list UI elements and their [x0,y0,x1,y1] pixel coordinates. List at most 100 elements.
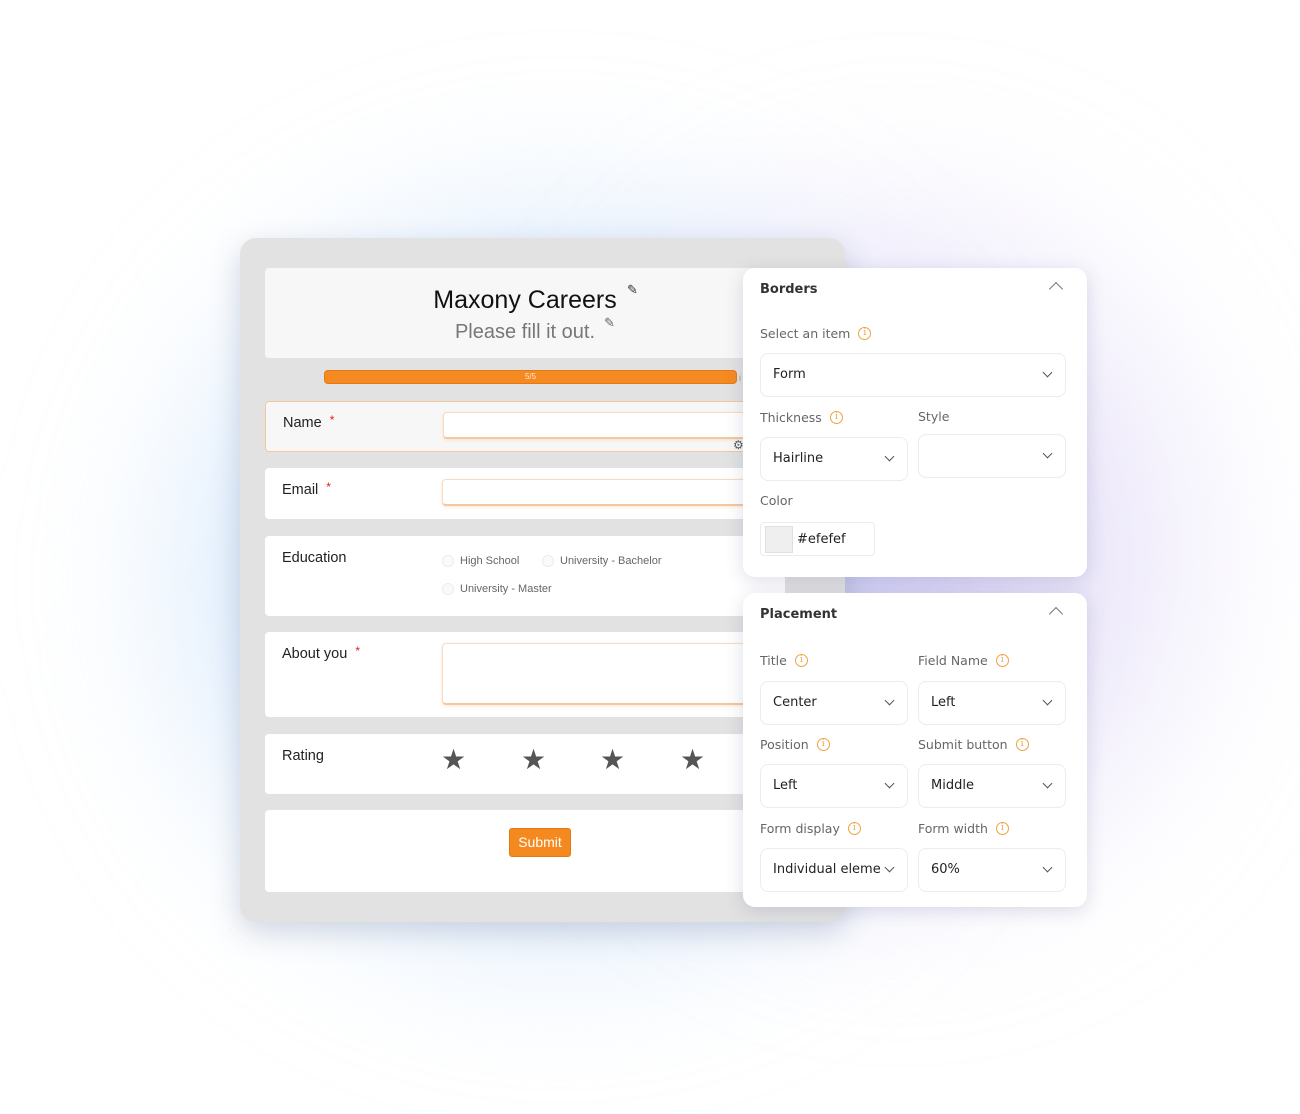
select-item-dropdown[interactable]: Form [760,353,1066,397]
thickness-label-text: Thickness [760,410,822,425]
submit-button[interactable]: Submit [509,828,571,857]
radio-option[interactable]: High School [442,555,519,567]
title-placement-dropdown[interactable]: Center [760,681,908,725]
required-marker: * [326,480,331,494]
radio-circle[interactable] [442,583,454,595]
progress-label: 5/5 [524,372,537,381]
position-value: Left [773,778,798,793]
color-label: Color [760,493,793,508]
color-picker[interactable]: #efefef [760,522,875,556]
name-field-block[interactable]: Name * [265,401,793,452]
field-name-label-text: Field Name [918,653,988,668]
thickness-value: Hairline [773,451,824,466]
submit-button-placement-label-text: Submit button [918,737,1008,752]
style-dropdown[interactable] [918,434,1066,478]
placement-panel-title: Placement [760,607,838,622]
chevron-down-icon [1042,695,1053,706]
chevron-down-icon [1042,778,1053,789]
info-icon[interactable]: i [995,654,1009,667]
email-label-text: Email [282,482,319,498]
chevron-down-icon [884,778,895,789]
form-width-label-text: Form width [918,821,988,836]
submit-button-placement-dropdown[interactable]: Middle [918,764,1066,808]
form-title[interactable]: Maxony Careers [265,286,785,315]
education-label: Education [282,550,347,566]
form-subtitle[interactable]: Please fill it out. [265,321,785,344]
radio-option-label: High School [460,555,520,567]
chevron-down-icon [1042,448,1053,459]
form-display-value: Individual eleme [773,862,881,877]
radio-circle[interactable] [442,555,454,567]
star-icon[interactable]: ★ [521,743,546,776]
submit-button-placement-label: Submit button i [918,737,1029,752]
radio-option-label: University - Bachelor [560,555,662,567]
select-item-value: Form [773,367,806,382]
info-icon[interactable]: i [1015,738,1029,751]
thickness-label: Thickness i [760,410,843,425]
star-icon[interactable]: ★ [441,743,466,776]
email-field-block[interactable]: Email * [265,468,792,519]
radio-option-label: University - Master [460,583,552,595]
form-width-dropdown[interactable]: 60% [918,848,1066,892]
star-icon[interactable]: ★ [680,743,705,776]
education-field-block: Education High School University - Bache… [265,536,785,616]
star-icon[interactable]: ★ [600,743,625,776]
name-input[interactable] [443,412,793,439]
field-name-label: Field Name i [918,653,1009,668]
title-placement-label: Title i [760,653,808,668]
form-display-dropdown[interactable]: Individual eleme [760,848,908,892]
color-value[interactable]: #efefef [797,532,846,547]
style-label: Style [918,409,950,424]
position-label: Position i [760,737,830,752]
borders-panel-title: Borders [760,282,818,297]
position-dropdown[interactable]: Left [760,764,908,808]
title-placement-value: Center [773,695,817,710]
select-item-label-text: Select an item [760,326,851,341]
color-swatch[interactable] [765,526,793,553]
progress-bar: 5/5 [324,370,737,384]
edit-title-pencil-icon[interactable]: ✎ [627,282,638,298]
name-label: Name * [283,413,335,431]
info-icon[interactable]: i [794,654,808,667]
position-label-text: Position [760,737,809,752]
progress-end-marker: i [739,373,741,383]
chevron-up-icon[interactable] [1048,281,1064,297]
chevron-down-icon [884,695,895,706]
chevron-down-icon [884,451,895,462]
radio-circle[interactable] [542,555,554,567]
chevron-up-icon[interactable] [1048,606,1064,622]
select-item-label: Select an item i [760,326,872,341]
chevron-down-icon [1042,862,1053,873]
info-icon[interactable]: i [847,822,861,835]
radio-option[interactable]: University - Master [442,583,552,595]
email-input[interactable] [442,479,792,506]
submit-block: Submit [265,810,785,892]
field-name-dropdown[interactable]: Left [918,681,1066,725]
required-marker: * [355,644,360,658]
email-label: Email * [282,480,331,498]
form-display-label-text: Form display [760,821,840,836]
title-placement-label-text: Title [760,653,787,668]
thickness-dropdown[interactable]: Hairline [760,437,908,481]
info-icon[interactable]: i [816,738,830,751]
about-field-block[interactable]: About you * [265,632,792,717]
required-marker: * [329,413,335,427]
field-name-value: Left [931,695,956,710]
borders-panel: Borders Select an item i Form Thickness i … [743,268,1087,577]
form-width-value: 60% [931,862,960,877]
form-header: Maxony Careers ✎ Please fill it out. ✎ [265,268,785,358]
about-label-text: About you [282,646,348,662]
submit-button-placement-value: Middle [931,778,974,793]
edit-subtitle-pencil-icon[interactable]: ✎ [604,315,615,331]
about-textarea[interactable] [442,643,792,705]
rating-label: Rating [282,748,324,764]
info-icon[interactable]: i [829,411,843,424]
rating-field-block: Rating ★ ★ ★ ★ [265,734,785,794]
info-icon[interactable]: i [858,327,872,340]
form-display-label: Form display i [760,821,861,836]
info-icon[interactable]: i [995,822,1009,835]
form-width-label: Form width i [918,821,1009,836]
about-label: About you * [282,644,360,662]
radio-option[interactable]: University - Bachelor [542,555,661,567]
name-label-text: Name [283,415,322,431]
